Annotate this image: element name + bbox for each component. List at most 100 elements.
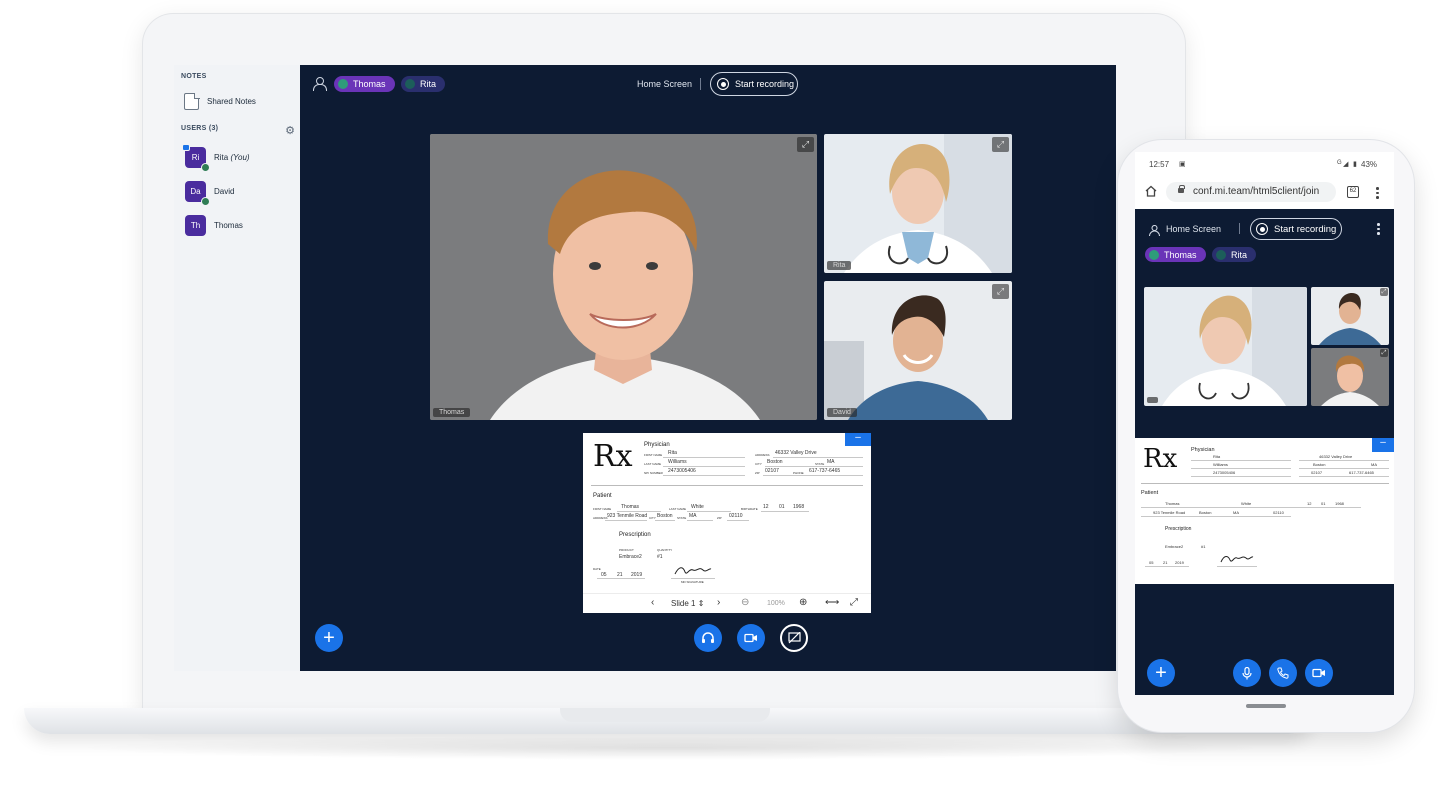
laptop-notch bbox=[560, 708, 770, 722]
document-icon bbox=[184, 92, 200, 110]
talking-indicator[interactable]: Rita bbox=[1212, 247, 1257, 262]
notification-icon: ▣ bbox=[1179, 161, 1186, 168]
minimize-presentation-button[interactable]: – bbox=[845, 433, 871, 446]
rx-logo: Rx bbox=[1143, 444, 1178, 474]
phone-home-bar bbox=[1246, 704, 1286, 708]
actions-plus-button[interactable]: + bbox=[1147, 659, 1175, 687]
fullscreen-icon[interactable]: ⤢ bbox=[797, 137, 814, 152]
prescription-heading: Prescription bbox=[619, 532, 651, 538]
options-menu-icon[interactable] bbox=[1377, 223, 1380, 235]
talking-indicator[interactable]: Thomas bbox=[1145, 247, 1206, 262]
headphones-icon bbox=[702, 632, 714, 643]
microphone-button[interactable] bbox=[1233, 659, 1261, 687]
video-button[interactable] bbox=[737, 624, 765, 652]
next-slide-icon[interactable]: › bbox=[717, 597, 720, 608]
actions-plus-button[interactable]: + bbox=[315, 624, 343, 652]
talking-indicator[interactable]: Rita bbox=[401, 76, 446, 92]
lock-icon bbox=[1178, 185, 1185, 193]
rx-logo: Rx bbox=[593, 439, 633, 474]
avatar: Ri bbox=[182, 144, 210, 172]
presentation-area: Rx Physician Rita Williams 2473005406 46… bbox=[1135, 438, 1394, 584]
user-name: Thomas bbox=[214, 221, 243, 230]
tabs-button[interactable]: 62 bbox=[1347, 186, 1359, 198]
clock: 12:57 bbox=[1149, 160, 1170, 169]
mic-icon bbox=[1216, 249, 1226, 260]
shared-notes-item[interactable]: Shared Notes bbox=[184, 92, 256, 110]
fullscreen-icon[interactable]: ⤢ bbox=[992, 137, 1009, 152]
participant-name-label: David bbox=[827, 408, 857, 417]
participant-name-label: Rita bbox=[827, 261, 852, 270]
user-list-sidebar: NOTES Shared Notes USERS (3) ⚙ Ri Rita (… bbox=[174, 65, 300, 671]
browser-url-bar: conf.mi.team/html5client/join 62 bbox=[1135, 176, 1394, 209]
record-icon bbox=[1256, 223, 1268, 235]
shared-notes-label: Shared Notes bbox=[207, 97, 256, 106]
network-type: G bbox=[1337, 160, 1342, 166]
start-recording-button[interactable]: Start recording bbox=[1250, 218, 1342, 240]
start-recording-button[interactable]: Start recording bbox=[710, 72, 798, 96]
phone-icon bbox=[1277, 667, 1289, 679]
user-list-toggle-icon[interactable] bbox=[313, 77, 327, 91]
slide-select[interactable]: Slide 1 ⇕ bbox=[671, 599, 704, 608]
user-list-item[interactable]: Th Thomas bbox=[185, 215, 243, 236]
user-list-item[interactable]: Da David bbox=[185, 181, 235, 206]
video-button[interactable] bbox=[1305, 659, 1333, 687]
user-name: Rita (You) bbox=[214, 153, 250, 162]
mic-icon bbox=[405, 79, 415, 89]
audio-button[interactable] bbox=[694, 624, 722, 652]
physician-heading: Physician bbox=[644, 442, 670, 448]
fullscreen-icon[interactable]: ⤢ bbox=[850, 597, 858, 608]
participant-name-label bbox=[1147, 397, 1159, 403]
minimize-presentation-button[interactable]: – bbox=[1372, 438, 1394, 452]
gear-icon[interactable]: ⚙ bbox=[285, 124, 295, 137]
phone-audio-button[interactable] bbox=[1269, 659, 1297, 687]
zoom-out-icon[interactable]: ⊖ bbox=[741, 597, 749, 608]
record-icon bbox=[717, 78, 729, 90]
avatar: Th bbox=[185, 215, 206, 236]
mic-icon bbox=[1149, 249, 1159, 260]
talking-indicator[interactable]: Thomas bbox=[334, 76, 395, 92]
participant-name-label: Thomas bbox=[433, 408, 471, 417]
participant-video bbox=[1311, 348, 1389, 406]
participant-video bbox=[824, 134, 1012, 273]
screen-share-button[interactable] bbox=[780, 624, 808, 652]
users-heading: USERS (3) bbox=[181, 125, 219, 132]
mic-status-icon bbox=[201, 197, 210, 206]
video-tile-rita bbox=[1144, 287, 1307, 406]
home-icon[interactable] bbox=[1145, 185, 1157, 197]
divider bbox=[1239, 223, 1240, 234]
signature-image bbox=[674, 567, 712, 575]
url-input[interactable]: conf.mi.team/html5client/join bbox=[1166, 182, 1336, 202]
participant-video bbox=[1311, 287, 1389, 345]
video-tile-thomas: ⤢ bbox=[1311, 348, 1389, 406]
signal-icon: ◢ bbox=[1343, 161, 1349, 168]
user-name: David bbox=[214, 187, 235, 196]
previous-slide-icon[interactable]: ‹ bbox=[651, 597, 654, 608]
mic-status-icon bbox=[201, 163, 210, 172]
avatar: Da bbox=[185, 181, 210, 206]
fullscreen-icon[interactable]: ⤢ bbox=[992, 284, 1009, 299]
video-tile-rita: Rita ⤢ bbox=[824, 134, 1012, 273]
browser-menu-icon[interactable] bbox=[1376, 187, 1379, 201]
fullscreen-icon[interactable]: ⤢ bbox=[1380, 349, 1388, 357]
status-bar: 12:57 ▣ G ◢ ▮ 43% bbox=[1135, 152, 1394, 176]
fit-width-icon[interactable]: ⟷ bbox=[825, 597, 839, 608]
video-camera-icon bbox=[744, 633, 757, 643]
presentation-area: Rx Physician FIRST NAME Rita LAST NAME W… bbox=[583, 433, 871, 613]
zoom-in-icon[interactable]: ⊕ bbox=[799, 597, 807, 608]
notes-heading: NOTES bbox=[181, 73, 207, 80]
screen-share-off-icon bbox=[787, 632, 801, 644]
fullscreen-icon[interactable]: ⤢ bbox=[1380, 288, 1388, 296]
meeting-title: Home Screen bbox=[1166, 224, 1222, 234]
laptop-screen: NOTES Shared Notes USERS (3) ⚙ Ri Rita (… bbox=[174, 65, 1116, 671]
video-tile-david: David ⤢ bbox=[824, 281, 1012, 420]
user-list-toggle-icon[interactable] bbox=[1148, 223, 1161, 237]
microphone-icon bbox=[1242, 666, 1252, 679]
meeting-title: Home Screen bbox=[637, 79, 693, 89]
phone-meeting-app: Home Screen Start recording Thomas Rita … bbox=[1135, 209, 1394, 695]
battery-icon: ▮ bbox=[1353, 161, 1357, 168]
divider bbox=[700, 78, 701, 90]
product-mockup: NOTES Shared Notes USERS (3) ⚙ Ri Rita (… bbox=[0, 0, 1444, 796]
phone-screen: 12:57 ▣ G ◢ ▮ 43% conf.mi.team/html5clie… bbox=[1135, 152, 1394, 695]
patient-heading: Patient bbox=[593, 493, 612, 499]
user-list-item[interactable]: Ri Rita (You) bbox=[182, 144, 250, 172]
